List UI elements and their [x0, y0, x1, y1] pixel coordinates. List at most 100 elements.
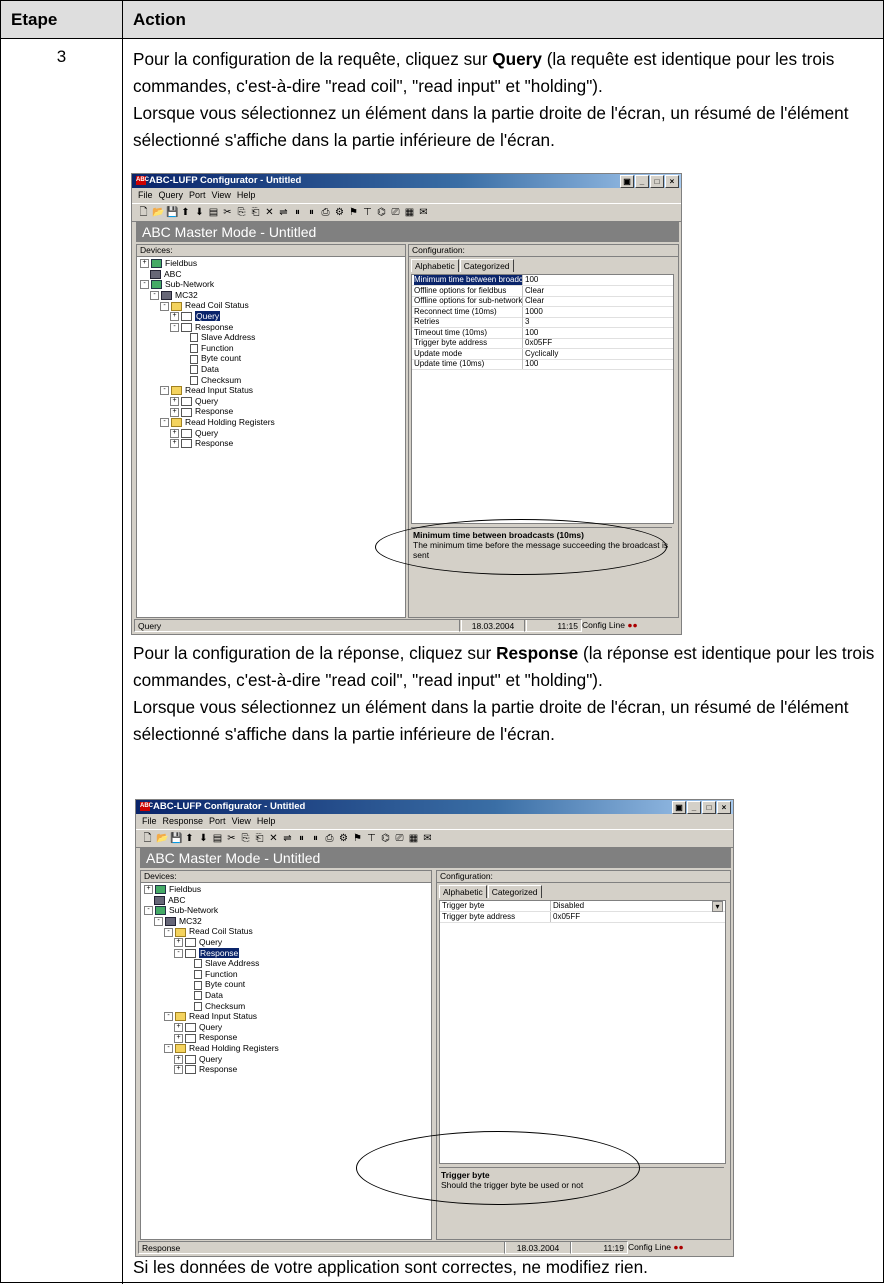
property-row[interactable]: Reconnect time (10ms) 1000	[412, 306, 673, 318]
property-row[interactable]: Retries 3	[412, 317, 673, 328]
tree-item-slave-address[interactable]: Slave Address	[190, 332, 255, 343]
menu-port[interactable]: Port	[189, 190, 206, 200]
collapse-icon[interactable]: -	[164, 927, 173, 937]
upload-icon[interactable]: ⬆	[184, 833, 195, 844]
expand-icon[interactable]: +	[170, 312, 179, 322]
tree-item-data[interactable]: Data	[194, 990, 223, 1001]
collapse-icon[interactable]: -	[140, 280, 149, 290]
minimize-icon[interactable]: _	[687, 801, 701, 814]
close-icon[interactable]: ×	[665, 175, 679, 188]
expand-icon[interactable]: +	[174, 1065, 183, 1075]
cut-icon[interactable]: ✂	[222, 207, 233, 218]
pin-icon[interactable]: ▣	[620, 175, 634, 188]
tree-item-response-3[interactable]: + Response	[170, 438, 233, 449]
menu-port[interactable]: Port	[209, 816, 226, 826]
property-value[interactable]: 3	[525, 317, 529, 327]
collapse-icon[interactable]: -	[174, 948, 183, 958]
maximize-icon[interactable]: □	[650, 175, 664, 188]
tree-item-abc[interactable]: ABC	[154, 895, 185, 905]
property-row[interactable]: Offline options for fieldbus Clear	[412, 285, 673, 297]
tree-item-slave-address[interactable]: Slave Address	[194, 958, 259, 969]
tree-item-fieldbus[interactable]: + Fieldbus	[140, 258, 197, 269]
copy-icon[interactable]: ⎘	[236, 207, 247, 218]
tree-item-read-coil-status[interactable]: - Read Coil Status	[160, 300, 249, 311]
property-value[interactable]: 1000	[525, 307, 543, 317]
tree-item-query-2[interactable]: + Query	[174, 1022, 222, 1033]
grid-icon[interactable]: ▦	[404, 207, 415, 218]
property-value[interactable]: 0x05FF	[525, 338, 552, 348]
flag-icon[interactable]: ⚑	[348, 207, 359, 218]
settings-icon[interactable]: ⚙	[338, 833, 349, 844]
tree-item-response[interactable]: - Response	[174, 947, 240, 958]
upload-icon[interactable]: ⬆	[180, 207, 191, 218]
tree-item-abc[interactable]: ABC	[150, 269, 181, 279]
menu-file[interactable]: File	[138, 190, 153, 200]
expand-icon[interactable]: +	[144, 885, 153, 895]
settings-icon[interactable]: ⚙	[334, 207, 345, 218]
stop-icon[interactable]: ⏸	[310, 833, 321, 844]
menu-help[interactable]: Help	[257, 816, 276, 826]
tree-item-data[interactable]: Data	[190, 364, 219, 375]
property-row[interactable]: Trigger byte address 0x05FF	[440, 911, 725, 923]
collapse-icon[interactable]: -	[164, 1012, 173, 1022]
close-icon[interactable]: ×	[717, 801, 731, 814]
tree-item-query[interactable]: + Query	[170, 311, 221, 322]
new-icon[interactable]: 🗋	[142, 833, 153, 844]
expand-icon[interactable]: +	[170, 439, 179, 449]
menu-file[interactable]: File	[142, 816, 157, 826]
property-row[interactable]: Minimum time between broadcasts (10ms)10…	[412, 275, 673, 286]
flag-icon[interactable]: ⚑	[352, 833, 363, 844]
tree-item-function[interactable]: Function	[190, 343, 234, 354]
move-icon[interactable]: ⇌	[282, 833, 293, 844]
collapse-icon[interactable]: -	[164, 1044, 173, 1054]
delete-icon[interactable]: ✕	[264, 207, 275, 218]
delete-icon[interactable]: ✕	[268, 833, 279, 844]
tree-item-sub-network[interactable]: - Sub-Network	[144, 905, 218, 916]
expand-icon[interactable]: +	[174, 938, 183, 948]
property-row[interactable]: Trigger byte address 0x05FF	[412, 338, 673, 349]
display-icon[interactable]: ⎚	[390, 207, 401, 218]
property-value[interactable]: Cyclically	[525, 349, 558, 359]
tab-categorized[interactable]: Categorized	[459, 259, 514, 272]
tree-item-read-holding-registers[interactable]: - Read Holding Registers	[160, 417, 275, 428]
node-icon[interactable]: ⊤	[366, 833, 377, 844]
property-value[interactable]: 100	[525, 275, 538, 285]
save-icon[interactable]: 💾	[166, 207, 178, 218]
tree-item-read-coil-status[interactable]: - Read Coil Status	[164, 926, 253, 937]
node-icon[interactable]: ⊤	[362, 207, 373, 218]
tree-item-checksum[interactable]: Checksum	[190, 375, 241, 385]
mail-icon[interactable]: ✉	[422, 833, 433, 844]
tree-item-sub-network[interactable]: - Sub-Network	[140, 279, 214, 290]
monitor-icon[interactable]: ⎙	[320, 207, 331, 218]
menu-view[interactable]: View	[212, 190, 231, 200]
property-value[interactable]: 100	[525, 359, 538, 369]
expand-icon[interactable]: +	[170, 428, 179, 438]
collapse-icon[interactable]: -	[160, 386, 169, 396]
pin-icon[interactable]: ▣	[672, 801, 686, 814]
tree-item-response-2[interactable]: + Response	[174, 1032, 237, 1043]
display-icon[interactable]: ⎚	[394, 833, 405, 844]
tree-item-query-3[interactable]: + Query	[174, 1054, 222, 1064]
cut-icon[interactable]: ✂	[226, 833, 237, 844]
connect-icon[interactable]: ▤	[208, 207, 219, 218]
download-icon[interactable]: ⬇	[198, 833, 209, 844]
property-row[interactable]: Offline options for sub-network Clear	[412, 296, 673, 307]
monitor-icon[interactable]: ⎙	[324, 833, 335, 844]
tab-alphabetic[interactable]: Alphabetic	[411, 259, 459, 272]
expand-icon[interactable]: +	[170, 407, 179, 417]
collapse-icon[interactable]: -	[154, 917, 163, 927]
network-icon[interactable]: ⌬	[380, 833, 391, 844]
tree-item-response-2[interactable]: + Response	[170, 406, 233, 417]
menu-help[interactable]: Help	[237, 190, 256, 200]
collapse-icon[interactable]: -	[160, 301, 169, 311]
expand-icon[interactable]: +	[174, 1023, 183, 1033]
tree-item-query[interactable]: + Query	[174, 937, 222, 948]
network-icon[interactable]: ⌬	[376, 207, 387, 218]
tree-item-read-input-status[interactable]: - Read Input Status	[160, 385, 253, 396]
menu-query[interactable]: Query	[159, 190, 184, 200]
collapse-icon[interactable]: -	[150, 291, 159, 301]
menu-response[interactable]: Response	[163, 816, 204, 826]
tab-categorized[interactable]: Categorized	[487, 885, 542, 898]
dropdown-arrow-icon[interactable]: ▾	[712, 901, 723, 912]
connect-icon[interactable]: ▤	[212, 833, 223, 844]
